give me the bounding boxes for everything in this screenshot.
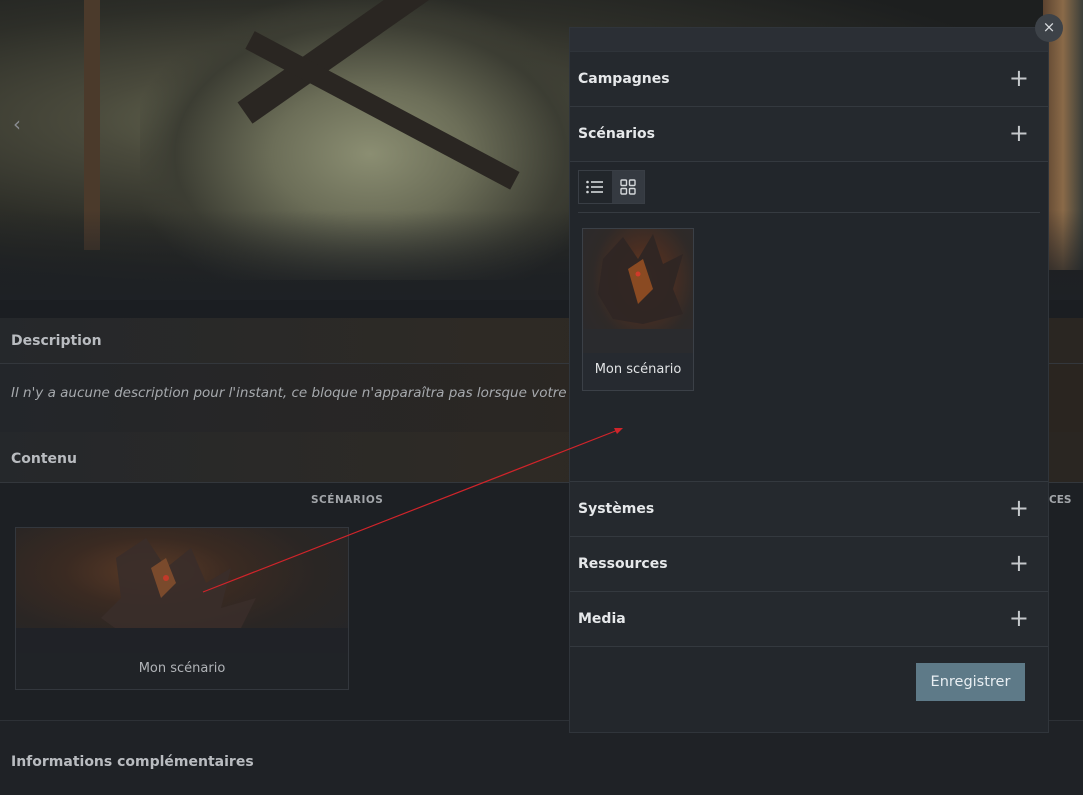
description-text: Il n'y a aucune description pour l'insta… <box>11 385 602 401</box>
panel-footer: Enregistrer <box>570 647 1048 732</box>
save-button[interactable]: Enregistrer <box>916 663 1025 701</box>
tab-scenarios[interactable]: SCÉNARIOS <box>311 494 383 506</box>
dragon-illustration <box>583 234 693 353</box>
hero-character <box>140 0 600 280</box>
plus-icon[interactable]: + <box>1009 496 1029 520</box>
view-toggle <box>578 170 645 204</box>
chevron-left-icon[interactable]: ‹ <box>13 112 21 136</box>
tab-overflow[interactable]: CES <box>1049 494 1071 506</box>
scenario-card-title: Mon scénario <box>594 362 682 377</box>
grid-view-button[interactable] <box>611 171 644 203</box>
accordion-label: Scénarios <box>578 126 655 142</box>
close-icon[interactable]: × <box>1035 14 1063 42</box>
divider <box>578 212 1040 213</box>
accordion-systemes[interactable]: Systèmes + <box>570 482 1048 537</box>
scenarios-list: Mon scénario <box>570 162 1048 482</box>
content-picker-panel: Campagnes + Scénarios + Mon scénario Sys… <box>569 27 1049 733</box>
list-view-button[interactable] <box>579 171 612 203</box>
plus-icon[interactable]: + <box>1009 606 1029 630</box>
list-icon <box>586 180 604 194</box>
accordion-label: Systèmes <box>578 501 655 517</box>
info-title: Informations complémentaires <box>11 754 254 770</box>
accordion-label: Campagnes <box>578 71 670 87</box>
accordion-label: Ressources <box>578 556 668 572</box>
page: ‹ Description Il n'y a aucune descriptio… <box>0 0 1083 795</box>
accordion-label: Media <box>578 611 626 627</box>
accordion-ressources[interactable]: Ressources + <box>570 537 1048 592</box>
dragon-illustration <box>16 538 348 653</box>
scenario-card-image <box>583 229 693 353</box>
panel-header <box>570 28 1048 52</box>
grid-icon <box>620 179 636 195</box>
plus-icon[interactable]: + <box>1009 66 1029 90</box>
scenario-card[interactable]: Mon scénario <box>582 228 694 391</box>
scenario-card-image <box>16 528 348 653</box>
accordion-media[interactable]: Media + <box>570 592 1048 647</box>
accordion-campagnes[interactable]: Campagnes + <box>570 52 1048 107</box>
accordion-scenarios[interactable]: Scénarios + <box>570 107 1048 162</box>
description-title: Description <box>11 333 102 349</box>
scenario-card-title: Mon scénario <box>138 661 226 676</box>
hero-weapon-pole <box>84 0 100 250</box>
plus-icon[interactable]: + <box>1009 551 1029 575</box>
plus-icon[interactable]: + <box>1009 121 1029 145</box>
content-title: Contenu <box>11 451 77 467</box>
scenario-card[interactable]: Mon scénario <box>15 527 349 690</box>
